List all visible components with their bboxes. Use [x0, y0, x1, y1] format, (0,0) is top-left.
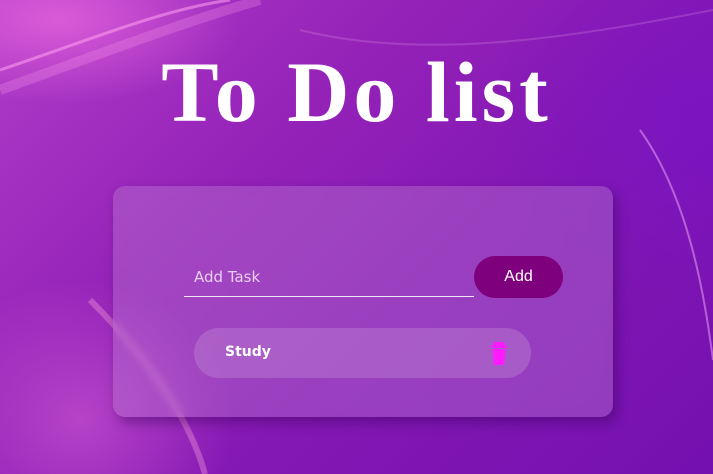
- add-task-input[interactable]: [184, 257, 474, 297]
- trash-icon: [491, 342, 507, 365]
- page-title: To Do list: [161, 44, 552, 140]
- task-item[interactable]: Study: [194, 328, 531, 378]
- task-text: Study: [225, 344, 271, 360]
- add-button[interactable]: Add: [474, 256, 563, 298]
- todo-card: Add Study: [113, 186, 613, 417]
- delete-task-button[interactable]: [485, 339, 513, 367]
- task-list: Study: [194, 328, 531, 378]
